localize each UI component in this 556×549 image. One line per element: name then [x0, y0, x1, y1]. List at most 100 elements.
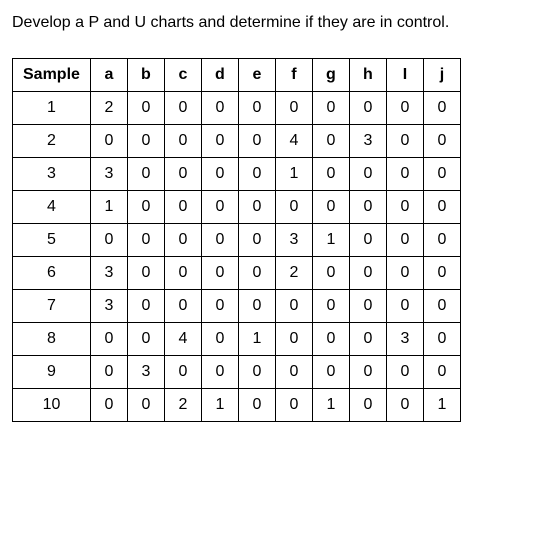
cell-value: 0 — [238, 224, 275, 257]
cell-value: 1 — [238, 323, 275, 356]
table-row: 80040100030 — [13, 323, 461, 356]
cell-value: 0 — [238, 125, 275, 158]
table-row: 33000010000 — [13, 158, 461, 191]
cell-value: 1 — [201, 389, 238, 422]
cell-value: 3 — [275, 224, 312, 257]
cell-value: 0 — [423, 356, 460, 389]
cell-value: 0 — [127, 224, 164, 257]
row-label: 7 — [13, 290, 91, 323]
cell-value: 0 — [386, 158, 423, 191]
cell-value: 0 — [349, 290, 386, 323]
cell-value: 0 — [201, 158, 238, 191]
row-label: 3 — [13, 158, 91, 191]
cell-value: 0 — [164, 224, 201, 257]
cell-value: 0 — [201, 224, 238, 257]
cell-value: 0 — [127, 191, 164, 224]
cell-value: 0 — [238, 191, 275, 224]
cell-value: 0 — [238, 356, 275, 389]
cell-value: 0 — [349, 257, 386, 290]
cell-value: 0 — [164, 125, 201, 158]
header-col-f: f — [275, 59, 312, 92]
cell-value: 0 — [349, 92, 386, 125]
cell-value: 0 — [127, 125, 164, 158]
cell-value: 0 — [127, 257, 164, 290]
table-row: 73000000000 — [13, 290, 461, 323]
header-col-c: c — [164, 59, 201, 92]
cell-value: 0 — [386, 356, 423, 389]
header-col-i: I — [386, 59, 423, 92]
row-label: 9 — [13, 356, 91, 389]
cell-value: 4 — [275, 125, 312, 158]
cell-value: 2 — [90, 92, 127, 125]
cell-value: 0 — [312, 92, 349, 125]
cell-value: 0 — [386, 191, 423, 224]
cell-value: 0 — [312, 158, 349, 191]
cell-value: 0 — [238, 92, 275, 125]
cell-value: 0 — [423, 290, 460, 323]
table-row: 50000031000 — [13, 224, 461, 257]
cell-value: 0 — [164, 356, 201, 389]
cell-value: 1 — [90, 191, 127, 224]
cell-value: 0 — [386, 92, 423, 125]
cell-value: 0 — [386, 224, 423, 257]
cell-value: 0 — [275, 389, 312, 422]
cell-value: 1 — [423, 389, 460, 422]
header-col-e: e — [238, 59, 275, 92]
cell-value: 3 — [90, 158, 127, 191]
header-sample: Sample — [13, 59, 91, 92]
prompt-text: Develop a P and U charts and determine i… — [12, 12, 544, 34]
cell-value: 0 — [201, 125, 238, 158]
cell-value: 0 — [90, 356, 127, 389]
row-label: 10 — [13, 389, 91, 422]
cell-value: 3 — [386, 323, 423, 356]
cell-value: 2 — [275, 257, 312, 290]
table-row: 12000000000 — [13, 92, 461, 125]
cell-value: 0 — [423, 158, 460, 191]
cell-value: 3 — [127, 356, 164, 389]
cell-value: 0 — [275, 290, 312, 323]
cell-value: 0 — [201, 92, 238, 125]
cell-value: 0 — [164, 92, 201, 125]
cell-value: 0 — [312, 323, 349, 356]
row-label: 8 — [13, 323, 91, 356]
cell-value: 0 — [238, 389, 275, 422]
cell-value: 0 — [312, 257, 349, 290]
cell-value: 0 — [238, 290, 275, 323]
cell-value: 0 — [349, 158, 386, 191]
cell-value: 0 — [386, 125, 423, 158]
cell-value: 0 — [423, 92, 460, 125]
cell-value: 0 — [127, 389, 164, 422]
header-col-g: g — [312, 59, 349, 92]
cell-value: 0 — [423, 257, 460, 290]
cell-value: 0 — [201, 290, 238, 323]
cell-value: 4 — [164, 323, 201, 356]
row-label: 1 — [13, 92, 91, 125]
cell-value: 0 — [164, 290, 201, 323]
cell-value: 0 — [386, 257, 423, 290]
cell-value: 0 — [312, 125, 349, 158]
cell-value: 0 — [238, 257, 275, 290]
cell-value: 0 — [423, 323, 460, 356]
cell-value: 0 — [349, 191, 386, 224]
cell-value: 0 — [349, 389, 386, 422]
cell-value: 0 — [423, 191, 460, 224]
cell-value: 3 — [349, 125, 386, 158]
cell-value: 0 — [386, 389, 423, 422]
header-col-j: j — [423, 59, 460, 92]
cell-value: 2 — [164, 389, 201, 422]
cell-value: 0 — [312, 356, 349, 389]
header-col-a: a — [90, 59, 127, 92]
table-row: 63000020000 — [13, 257, 461, 290]
row-label: 4 — [13, 191, 91, 224]
data-table: Sample a b c d e f g h I j 1200000000020… — [12, 58, 461, 422]
row-label: 5 — [13, 224, 91, 257]
cell-value: 3 — [90, 290, 127, 323]
cell-value: 0 — [164, 191, 201, 224]
cell-value: 0 — [201, 191, 238, 224]
cell-value: 0 — [127, 290, 164, 323]
header-col-d: d — [201, 59, 238, 92]
cell-value: 0 — [164, 257, 201, 290]
cell-value: 0 — [164, 158, 201, 191]
cell-value: 0 — [312, 191, 349, 224]
cell-value: 0 — [90, 323, 127, 356]
